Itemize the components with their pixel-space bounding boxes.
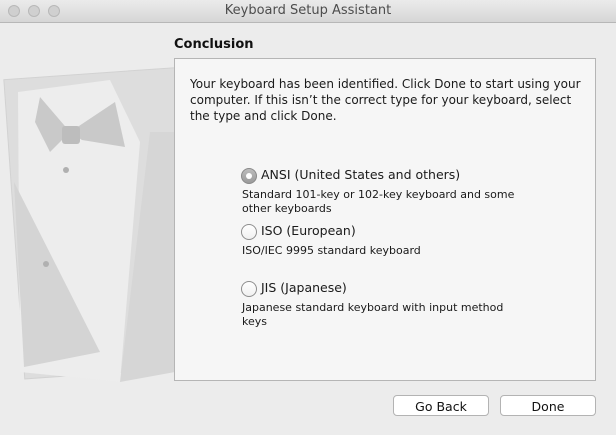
section-title: Conclusion (174, 37, 254, 52)
option-iso-description: ISO/IEC 9995 standard keyboard (242, 244, 421, 257)
option-ansi-description: Standard 101-key or 102-key keyboard and… (242, 188, 515, 215)
radio-jis[interactable] (241, 281, 257, 297)
go-back-button[interactable]: Go Back (393, 395, 489, 416)
option-jis-label: JIS (Japanese) (261, 280, 347, 295)
tuxedo-illustration (3, 65, 175, 382)
radio-iso[interactable] (241, 224, 257, 240)
intro-text: Your keyboard has been identified. Click… (190, 77, 581, 123)
title-bar: Keyboard Setup Assistant (0, 0, 616, 23)
window-title: Keyboard Setup Assistant (224, 3, 392, 18)
option-ansi-label: ANSI (United States and others) (261, 167, 461, 182)
done-button[interactable]: Done (500, 395, 596, 416)
option-jis-description: Japanese standard keyboard with input me… (242, 301, 504, 328)
radio-ansi[interactable] (241, 168, 257, 184)
option-iso-label: ISO (European) (261, 223, 356, 238)
content-panel: Your keyboard has been identified. Click… (174, 58, 596, 381)
